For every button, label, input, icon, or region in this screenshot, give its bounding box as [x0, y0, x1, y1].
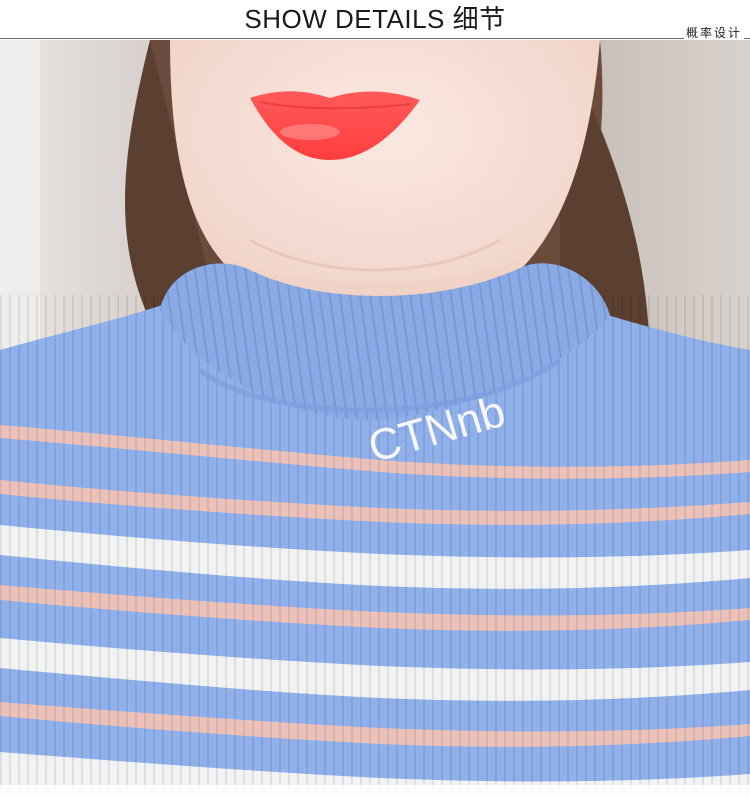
header-divider — [0, 38, 750, 39]
product-photo-illustration: CTNnb — [0, 40, 750, 797]
product-detail-page: SHOW DETAILS 细节 概率设计 CTNnb — [0, 0, 750, 797]
product-photo: CTNnb — [0, 40, 750, 797]
detail-header: SHOW DETAILS 细节 概率设计 — [0, 0, 750, 41]
brand-tag: 概率设计 — [683, 24, 744, 41]
section-title: SHOW DETAILS 细节 — [244, 4, 506, 34]
